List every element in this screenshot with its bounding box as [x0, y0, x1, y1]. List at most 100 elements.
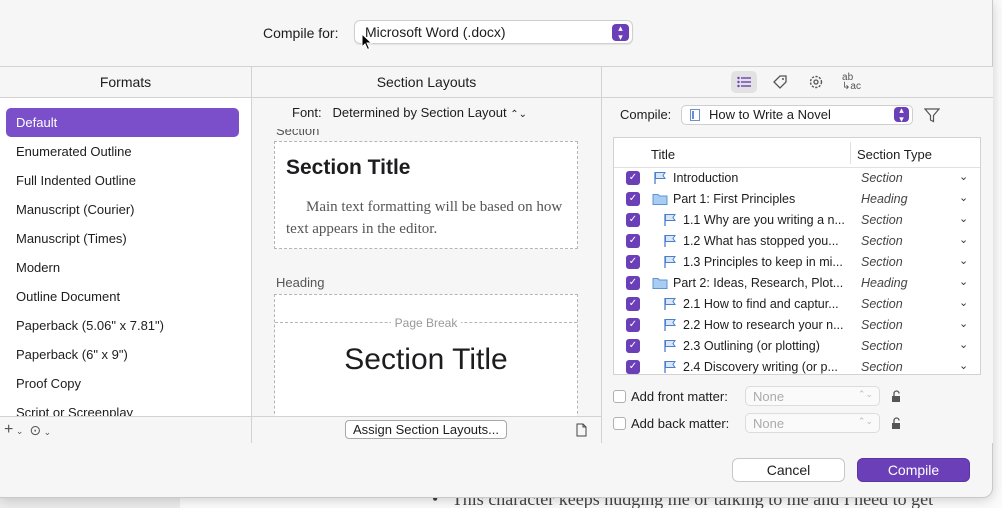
table-row[interactable]: ✓ Part 2: Ideas, Research, Plot... Heading… — [614, 273, 980, 294]
row-section-type[interactable]: Heading — [861, 192, 908, 206]
document-icon[interactable] — [576, 423, 587, 437]
format-item[interactable]: Script or Screenplay — [0, 398, 251, 416]
row-section-type[interactable]: Section — [861, 318, 903, 332]
compile-document-select[interactable]: How to Write a Novel ▴ ▾ — [681, 105, 913, 125]
table-row[interactable]: ✓ Part 1: First Principles Heading ⌄ — [614, 189, 980, 210]
format-item-default[interactable]: Default — [6, 108, 239, 137]
layout-heading-title: Section Title — [344, 343, 508, 376]
layout-preview-section[interactable]: Section Title Main text formatting will … — [274, 141, 578, 249]
back-matter-select[interactable]: None ⌃⌄ — [745, 413, 880, 433]
more-options-button[interactable]: ⊙ ⌄ — [29, 422, 51, 439]
chevron-down-icon[interactable]: ⌄ — [959, 275, 968, 288]
layout-section-title: Section Title — [286, 156, 411, 179]
row-title: 2.4 Discovery writing (or p... — [683, 360, 838, 374]
row-section-type[interactable]: Section — [861, 360, 903, 374]
include-checkbox[interactable]: ✓ — [626, 360, 640, 374]
include-checkbox[interactable]: ✓ — [626, 255, 640, 269]
include-checkbox[interactable]: ✓ — [626, 213, 640, 227]
chevron-down-icon[interactable]: ⌄ — [959, 191, 968, 204]
format-item[interactable]: Enumerated Outline — [0, 137, 251, 166]
chevron-down-icon[interactable]: ⌄ — [959, 170, 968, 183]
table-row[interactable]: ✓ 1.2 What has stopped you... Section ⌄ — [614, 231, 980, 252]
table-row[interactable]: ✓ 1.1 Why are you writing a n... Section ⌄ — [614, 210, 980, 231]
row-section-type[interactable]: Section — [861, 213, 903, 227]
row-title: 1.2 What has stopped you... — [683, 234, 839, 248]
row-title: 1.1 Why are you writing a n... — [683, 213, 845, 227]
back-matter-value: None — [753, 416, 785, 431]
column-header-title[interactable]: Title — [651, 147, 675, 162]
table-row[interactable]: ✓ 2.3 Outlining (or plotting) Section ⌄ — [614, 336, 980, 357]
layouts-canvas[interactable]: Section Section Title Main text formatti… — [252, 129, 601, 416]
include-checkbox[interactable]: ✓ — [626, 171, 640, 185]
filter-icon[interactable] — [924, 108, 940, 123]
compile-button[interactable]: Compile — [857, 458, 970, 482]
flag-icon — [662, 213, 678, 227]
replacements-icon[interactable]: ab ↳ac — [839, 71, 865, 93]
row-section-type[interactable]: Section — [861, 171, 903, 185]
chevron-down-icon[interactable]: ⌄ — [959, 359, 968, 372]
font-label: Font: — [292, 105, 322, 120]
format-item[interactable]: Manuscript (Times) — [0, 224, 251, 253]
assign-section-layouts-button[interactable]: Assign Section Layouts... — [345, 420, 507, 439]
cancel-button[interactable]: Cancel — [732, 458, 845, 482]
list-icon[interactable] — [730, 71, 757, 93]
chevron-down-icon[interactable]: ⌄ — [959, 233, 968, 246]
row-section-type[interactable]: Section — [861, 339, 903, 353]
row-section-type[interactable]: Section — [861, 297, 903, 311]
tag-icon[interactable] — [767, 71, 793, 93]
compile-label: Compile: — [620, 107, 672, 122]
include-checkbox[interactable]: ✓ — [626, 297, 640, 311]
updown-chevron-icon: ⌃⌄ — [857, 389, 873, 399]
column-header-section-type[interactable]: Section Type — [857, 147, 932, 162]
front-matter-select[interactable]: None ⌃⌄ — [745, 386, 880, 406]
row-section-type[interactable]: Section — [861, 255, 903, 269]
format-item[interactable]: Paperback (6" x 9") — [0, 340, 251, 369]
chevron-down-icon[interactable]: ⌄ — [959, 212, 968, 225]
chevron-down-icon[interactable]: ⌄ — [959, 338, 968, 351]
table-row[interactable]: ✓ Introduction Section ⌄ — [614, 168, 980, 189]
lock-icon[interactable] — [890, 416, 902, 430]
flag-icon — [662, 234, 678, 248]
gear-icon[interactable] — [803, 71, 829, 93]
row-section-type[interactable]: Section — [861, 234, 903, 248]
include-checkbox[interactable]: ✓ — [626, 318, 640, 332]
dialog-buttons: Cancel Compile — [0, 443, 993, 498]
table-body: ✓ Introduction Section ⌄ ✓ Part 1: First Prin… — [614, 168, 980, 374]
layout-preview-heading[interactable]: Page Break Section Title — [274, 294, 578, 416]
row-title: Introduction — [673, 171, 739, 185]
table-row[interactable]: ✓ 1.3 Principles to keep in mi... Section ⌄ — [614, 252, 980, 273]
include-checkbox[interactable]: ✓ — [626, 234, 640, 248]
format-item[interactable]: Manuscript (Courier) — [0, 195, 251, 224]
include-checkbox[interactable]: ✓ — [626, 339, 640, 353]
format-item[interactable]: Outline Document — [0, 282, 251, 311]
format-item[interactable]: Paperback (5.06" x 7.81") — [0, 311, 251, 340]
contents-table[interactable]: Title Section Type ✓ Introduction Section ⌄… — [613, 137, 981, 375]
format-item[interactable]: Modern — [0, 253, 251, 282]
compile-document-value: How to Write a Novel — [709, 107, 831, 122]
font-select[interactable]: Determined by Section Layout ⌃⌄ — [332, 105, 527, 120]
chevron-down-icon[interactable]: ⌄ — [959, 254, 968, 267]
chevron-down-icon[interactable]: ⌄ — [959, 296, 968, 309]
front-matter-checkbox[interactable] — [613, 390, 626, 403]
chevron-down-icon[interactable]: ⌄ — [959, 317, 968, 330]
formats-header: Formats — [0, 67, 251, 98]
updown-chevron-icon: ▴ ▾ — [612, 23, 629, 41]
include-checkbox[interactable]: ✓ — [626, 276, 640, 290]
include-checkbox[interactable]: ✓ — [626, 192, 640, 206]
back-matter-checkbox[interactable] — [613, 417, 626, 430]
table-row[interactable]: ✓ 2.2 How to research your n... Section ⌄ — [614, 315, 980, 336]
table-header: Title Section Type — [614, 138, 980, 168]
row-section-type[interactable]: Heading — [861, 276, 908, 290]
format-item[interactable]: Full Indented Outline — [0, 166, 251, 195]
compile-for-select[interactable]: Microsoft Word (.docx) ▴ ▾ — [354, 20, 633, 44]
format-item[interactable]: Proof Copy — [0, 369, 251, 398]
formats-list[interactable]: Default Enumerated Outline Full Indented… — [0, 98, 251, 416]
table-row[interactable]: ✓ 2.1 How to find and captur... Section ⌄ — [614, 294, 980, 315]
flag-icon — [662, 360, 678, 374]
back-matter-label: Add back matter: — [631, 416, 730, 431]
lock-icon[interactable] — [890, 389, 902, 403]
add-format-button[interactable]: + ⌄ — [4, 421, 23, 439]
updown-chevron-icon: ⌃⌄ — [510, 109, 528, 120]
row-title: 2.1 How to find and captur... — [683, 297, 839, 311]
table-row[interactable]: ✓ 2.4 Discovery writing (or p... Section ⌄ — [614, 357, 980, 374]
